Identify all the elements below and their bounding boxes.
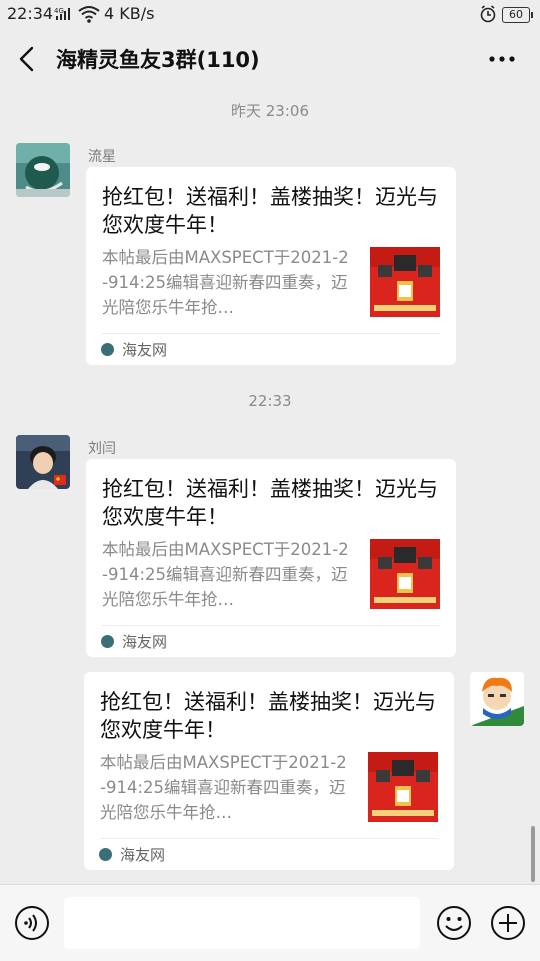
more-icon[interactable] (484, 46, 520, 72)
battery-level: 60 (509, 8, 523, 21)
wifi-icon (78, 6, 100, 23)
avatar[interactable] (16, 143, 70, 197)
avatar[interactable] (16, 435, 70, 489)
card-title: 抢红包！送福利！盖楼抽奖！迈光与您欢度牛年！ (102, 185, 438, 237)
battery-icon: 60 (502, 7, 533, 23)
scrollbar[interactable] (531, 826, 535, 882)
input-bar (0, 884, 540, 961)
self-avatar[interactable] (470, 672, 524, 726)
message-timestamp: 22:33 (248, 392, 292, 410)
card-title: 抢红包！送福利！盖楼抽奖！迈光与您欢度牛年！ (102, 477, 438, 529)
card-thumbnail (370, 539, 440, 609)
chat-title: 海精灵鱼友3群(110) (56, 48, 260, 72)
signal-icon: 4G (54, 7, 70, 20)
plus-icon[interactable] (490, 905, 526, 941)
source-icon (101, 343, 114, 356)
chat-header: 海精灵鱼友3群(110) (0, 28, 540, 92)
card-divider (102, 625, 440, 626)
card-source: 海友网 (122, 341, 168, 359)
svg-text:4G: 4G (54, 7, 64, 15)
source-icon (99, 848, 112, 861)
card-description: 本帖最后由MAXSPECT于2021-2-914:25编辑喜迎新春四重奏，迈光陪… (102, 248, 349, 317)
card-description: 本帖最后由MAXSPECT于2021-2-914:25编辑喜迎新春四重奏，迈光陪… (100, 753, 347, 822)
network-speed: 4 KB/s (104, 4, 155, 23)
card-source: 海友网 (120, 846, 166, 864)
status-bar: 22:34 4G 4 KB/s 60 (0, 0, 540, 28)
link-card[interactable]: 抢红包！送福利！盖楼抽奖！迈光与您欢度牛年！ 本帖最后由MAXSPECT于202… (84, 672, 454, 870)
back-arrow-icon[interactable] (12, 42, 42, 76)
card-thumbnail (368, 752, 438, 822)
card-divider (100, 838, 438, 839)
sender-name: 流星 (88, 149, 116, 165)
card-title: 抢红包！送福利！盖楼抽奖！迈光与您欢度牛年！ (100, 690, 436, 742)
card-source: 海友网 (122, 633, 168, 651)
card-thumbnail (370, 247, 440, 317)
message-input[interactable] (64, 897, 420, 949)
source-icon (101, 635, 114, 648)
voice-icon[interactable] (14, 905, 50, 941)
link-card[interactable]: 抢红包！送福利！盖楼抽奖！迈光与您欢度牛年！ 本帖最后由MAXSPECT于202… (86, 167, 456, 365)
sender-name: 刘闫 (88, 441, 116, 457)
card-description: 本帖最后由MAXSPECT于2021-2-914:25编辑喜迎新春四重奏，迈光陪… (102, 540, 349, 609)
card-divider (102, 333, 440, 334)
emoji-icon[interactable] (436, 905, 472, 941)
alarm-icon (480, 5, 496, 23)
status-time: 22:34 (7, 4, 54, 23)
message-timestamp: 昨天 23:06 (231, 102, 309, 120)
link-card[interactable]: 抢红包！送福利！盖楼抽奖！迈光与您欢度牛年！ 本帖最后由MAXSPECT于202… (86, 459, 456, 657)
